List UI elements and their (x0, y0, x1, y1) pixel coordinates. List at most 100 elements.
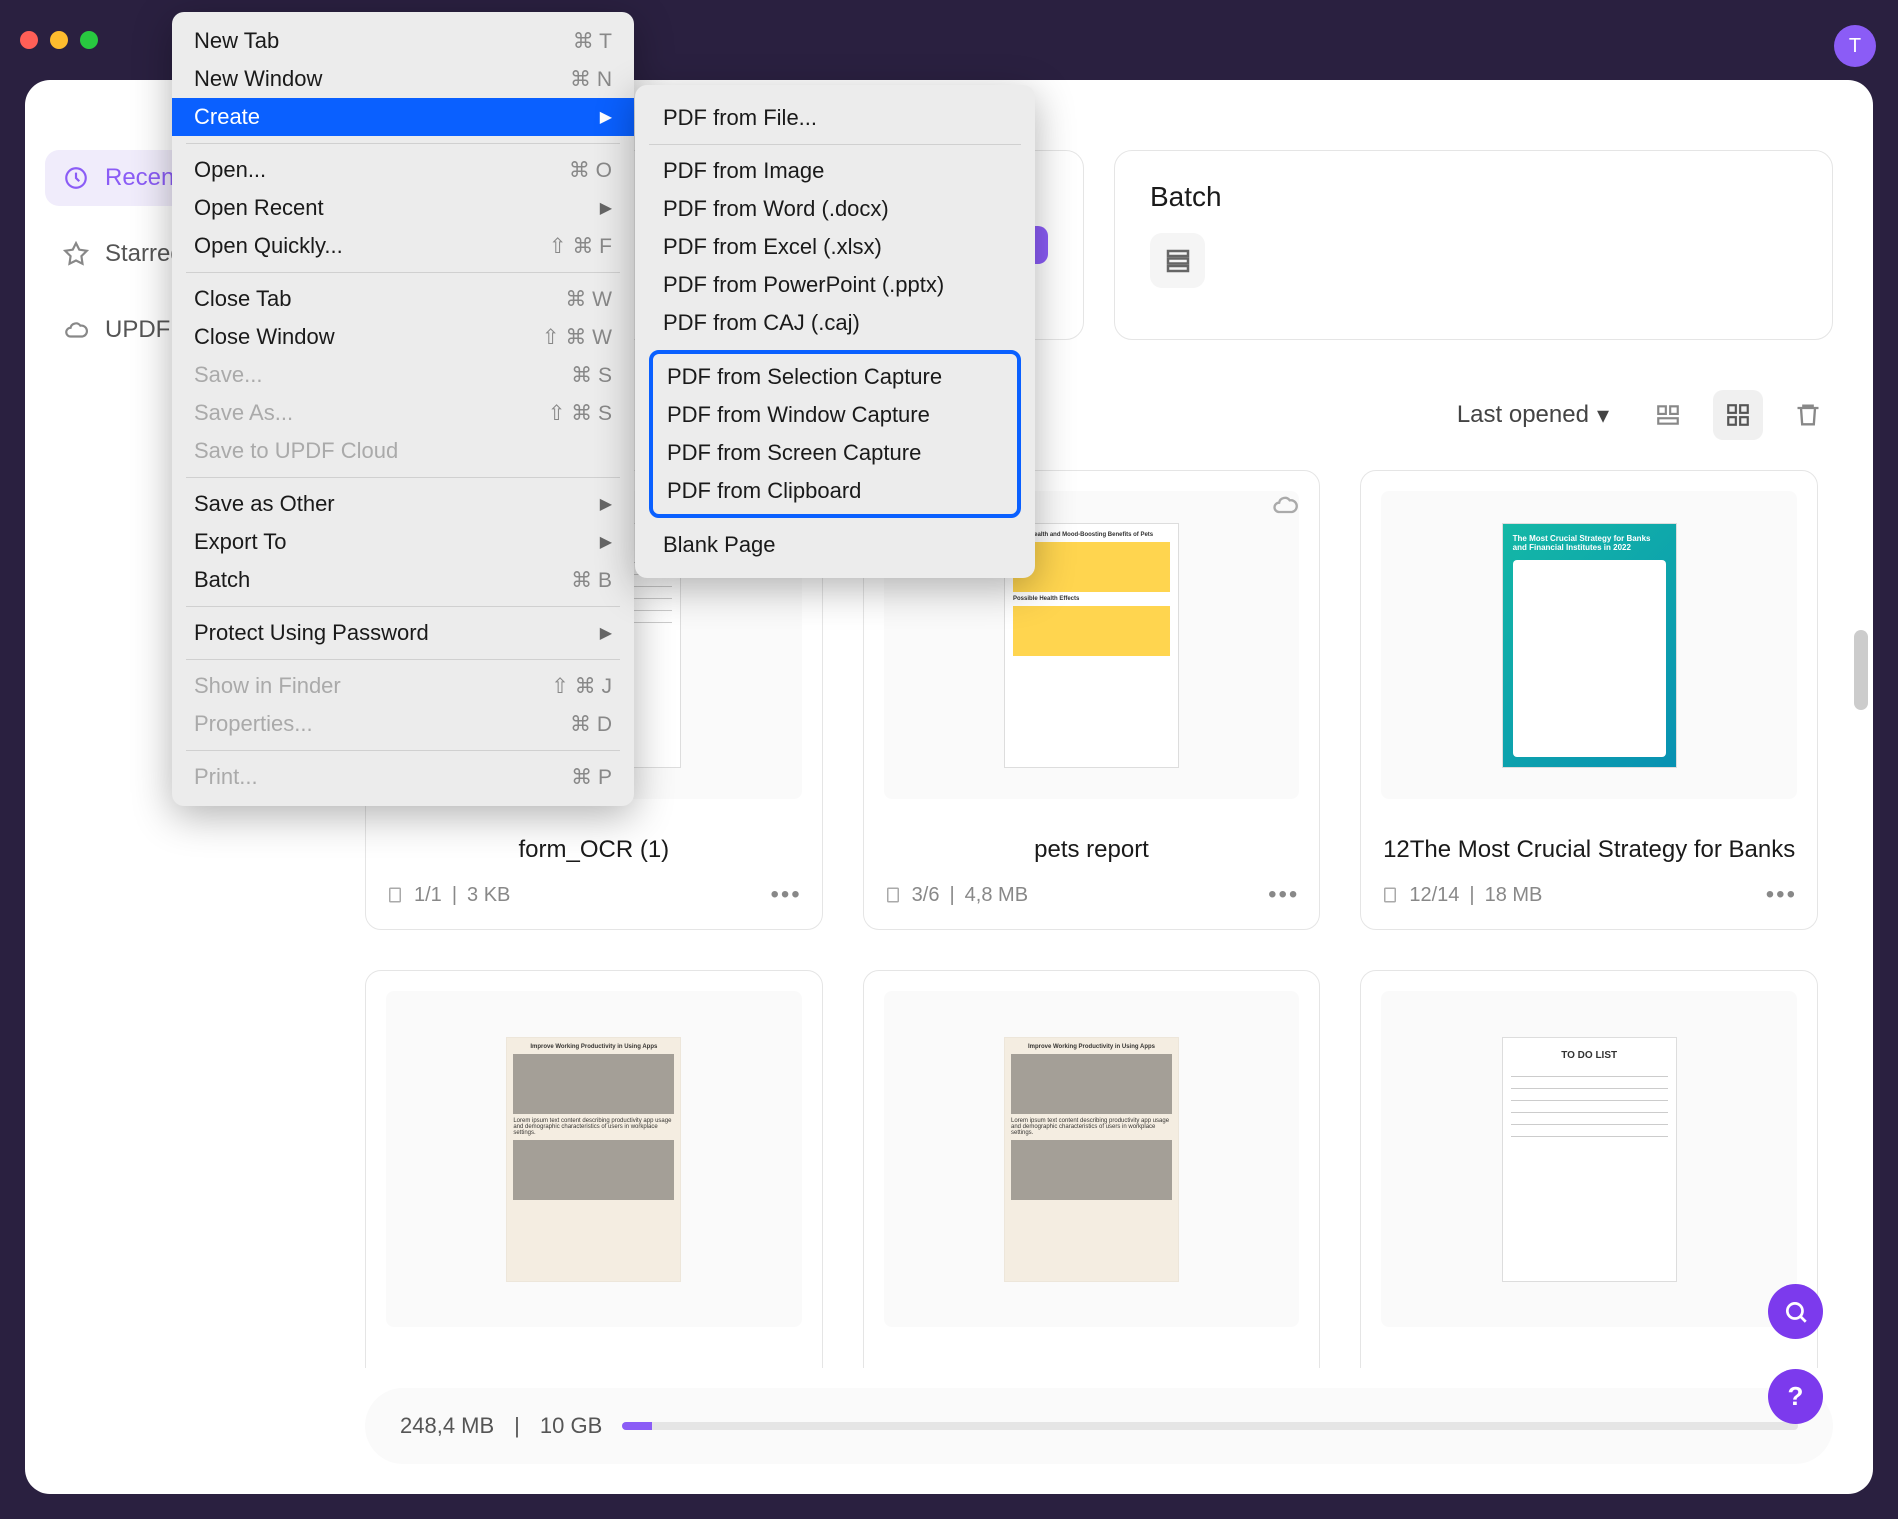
window-minimize-button[interactable] (50, 31, 68, 49)
menu-item-label: Save as Other (194, 491, 335, 517)
doc-size: 18 MB (1485, 884, 1543, 907)
more-button[interactable]: ••• (1766, 881, 1797, 909)
submenu-item-pdf-from-selection-capture[interactable]: PDF from Selection Capture (653, 358, 1017, 396)
chevron-right-icon: ▶ (600, 532, 612, 552)
document-card[interactable]: Improve Working Productivity in Using Ap… (863, 970, 1321, 1368)
menu-item-batch[interactable]: Batch ⌘ B (172, 561, 634, 599)
divider: | (514, 1413, 520, 1439)
menu-item-export-to[interactable]: Export To▶ (172, 523, 634, 561)
document-card[interactable]: The Most Crucial Strategy for Banks and … (1360, 470, 1818, 930)
menu-item-close-window[interactable]: Close Window⇧ ⌘ W (172, 318, 634, 356)
submenu-item-pdf-from-screen-capture[interactable]: PDF from Screen Capture (653, 434, 1017, 472)
menu-shortcut: ⌘ B (571, 568, 612, 593)
storage-total: 10 GB (540, 1413, 602, 1439)
doc-name: pets report (884, 819, 1300, 881)
menu-item-open-[interactable]: Open... ⌘ O (172, 151, 634, 189)
menu-shortcut: ⌘ N (570, 67, 612, 92)
doc-pages: 3/6 (912, 884, 940, 907)
menu-item-label: Show in Finder (194, 673, 341, 699)
submenu-item-blank-page[interactable]: Blank Page (635, 526, 1035, 564)
submenu-item-pdf-from-file-[interactable]: PDF from File... (635, 99, 1035, 137)
window-zoom-button[interactable] (80, 31, 98, 49)
submenu-item-pdf-from-excel-xlsx-[interactable]: PDF from Excel (.xlsx) (635, 228, 1035, 266)
chevron-right-icon: ▶ (600, 107, 612, 127)
menu-item-label: Close Window (194, 324, 335, 350)
doc-pages: 12/14 (1409, 884, 1459, 907)
view-list-button[interactable] (1643, 390, 1693, 440)
menu-shortcut: ⌘ P (571, 765, 612, 790)
menu-item-create[interactable]: Create ▶ (172, 98, 634, 136)
chevron-right-icon: ▶ (600, 623, 612, 643)
submenu-item-pdf-from-caj-caj-[interactable]: PDF from CAJ (.caj) (635, 304, 1035, 342)
avatar[interactable]: T (1834, 25, 1876, 67)
doc-name: form_OCR (1) (386, 819, 802, 881)
menu-shortcut: ⇧ ⌘ J (551, 674, 612, 699)
card-title: Batch (1150, 181, 1222, 213)
menu-item-show-in-finder: Show in Finder ⇧ ⌘ J (172, 667, 634, 705)
menu-divider (186, 659, 620, 660)
menu-item-open-quickly-[interactable]: Open Quickly...⇧ ⌘ F (172, 227, 634, 265)
submenu-item-pdf-from-image[interactable]: PDF from Image (635, 152, 1035, 190)
menu-item-protect-using-password[interactable]: Protect Using Password ▶ (172, 614, 634, 652)
window-close-button[interactable] (20, 31, 38, 49)
scrollbar-thumb[interactable] (1854, 630, 1868, 710)
trash-button[interactable] (1783, 390, 1833, 440)
file-menu: New Tab⌘ TNew Window⌘ N Create ▶ Open... ⌘ O… (172, 12, 634, 806)
menu-item-save-: Save... ⌘ S (172, 356, 634, 394)
sort-select[interactable]: Last opened ▾ (1443, 393, 1623, 438)
menu-item-save-as-: Save As... ⇧ ⌘ S (172, 394, 634, 432)
menu-item-label: Batch (194, 567, 250, 593)
menu-divider (186, 477, 620, 478)
document-card[interactable]: TO DO LIST (1360, 970, 1818, 1368)
submenu-item-pdf-from-window-capture[interactable]: PDF from Window Capture (653, 396, 1017, 434)
divider: | (949, 884, 954, 907)
doc-name (1381, 1347, 1797, 1368)
menu-item-new-tab[interactable]: New Tab⌘ T (172, 22, 634, 60)
menu-item-label: Save... (194, 362, 262, 388)
menu-item-new-window[interactable]: New Window⌘ N (172, 60, 634, 98)
document-card[interactable]: Improve Working Productivity in Using Ap… (365, 970, 823, 1368)
menu-item-close-tab[interactable]: Close Tab⌘ W (172, 280, 634, 318)
storage-progress (622, 1422, 1798, 1430)
clock-icon (63, 165, 89, 191)
menu-item-label: Save As... (194, 400, 293, 426)
menu-divider (186, 606, 620, 607)
star-icon (63, 241, 89, 267)
menu-shortcut: ⌘ W (565, 287, 612, 312)
menu-shortcut: ⌘ O (569, 158, 612, 183)
menu-shortcut: ⌘ S (571, 363, 612, 388)
view-grid-button[interactable] (1713, 390, 1763, 440)
menu-item-label: Create (194, 104, 260, 130)
submenu-item-pdf-from-powerpoint-pptx-[interactable]: PDF from PowerPoint (.pptx) (635, 266, 1035, 304)
submenu-item-pdf-from-word-docx-[interactable]: PDF from Word (.docx) (635, 190, 1035, 228)
help-button[interactable]: ? (1768, 1369, 1823, 1424)
submenu-item-pdf-from-clipboard[interactable]: PDF from Clipboard (653, 472, 1017, 510)
menu-item-label: Open Recent (194, 195, 324, 221)
more-button[interactable]: ••• (1268, 881, 1299, 909)
submenu-highlight-box: PDF from Selection CapturePDF from Windo… (649, 350, 1021, 518)
page-icon (1381, 886, 1399, 904)
search-button[interactable] (1768, 1284, 1823, 1339)
menu-item-open-recent[interactable]: Open Recent▶ (172, 189, 634, 227)
menu-item-label: Properties... (194, 711, 313, 737)
menu-item-print-: Print...⌘ P (172, 758, 634, 796)
menu-divider (186, 143, 620, 144)
menu-item-save-as-other[interactable]: Save as Other▶ (172, 485, 634, 523)
menu-shortcut: ⌘ T (573, 29, 612, 54)
menu-item-label: Open... (194, 157, 266, 183)
more-button[interactable]: ••• (770, 881, 801, 909)
top-card-batch[interactable]: Batch (1114, 150, 1833, 340)
menu-item-properties-: Properties...⌘ D (172, 705, 634, 743)
doc-name (884, 1347, 1300, 1368)
menu-item-label: Protect Using Password (194, 620, 429, 646)
chevron-down-icon: ▾ (1597, 401, 1609, 430)
doc-thumbnail: Improve Working Productivity in Using Ap… (884, 991, 1300, 1327)
batch-icon (1150, 233, 1205, 288)
cloud-icon (63, 317, 89, 343)
menu-item-label: Save to UPDF Cloud (194, 438, 398, 464)
doc-size: 4,8 MB (965, 884, 1028, 907)
doc-size: 3 KB (467, 884, 510, 907)
sort-label: Last opened (1457, 401, 1589, 429)
menu-shortcut: ⇧ ⌘ S (548, 401, 612, 426)
cloud-icon (1271, 491, 1299, 524)
